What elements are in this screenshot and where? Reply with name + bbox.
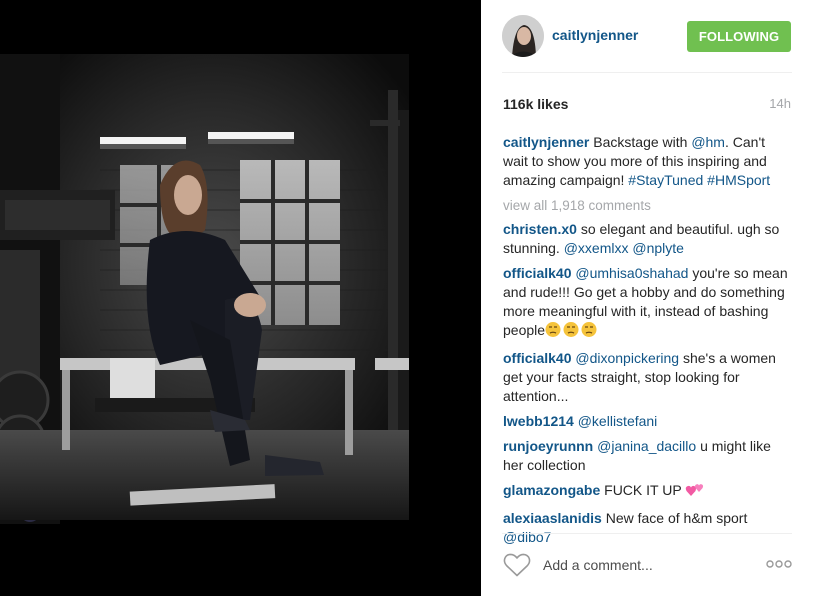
comment-item: runjoeyrunnn @janina_dacillo u might lik… [503, 437, 793, 475]
like-count[interactable]: 116k likes [503, 96, 568, 112]
comment-text: FUCK IT UP [600, 482, 686, 498]
comment-mention[interactable]: @dibo7 [503, 529, 551, 545]
comment-username[interactable]: alexiaaslanidis [503, 510, 602, 526]
more-options-icon[interactable] [765, 556, 793, 572]
comment-mention[interactable]: @xxemlxx [564, 240, 629, 256]
hashtag-staytuned[interactable]: #StayTuned [628, 172, 703, 188]
add-comment-input[interactable] [543, 555, 743, 575]
avatar[interactable] [502, 15, 544, 57]
caption-username[interactable]: caitlynjenner [503, 134, 589, 150]
caption-mention[interactable]: @hm [691, 134, 725, 150]
post-timestamp[interactable]: 14h [769, 96, 791, 111]
comment-item: lwebb1214 @kellistefani [503, 412, 793, 431]
header-divider [502, 72, 792, 73]
post-photo[interactable] [0, 0, 481, 596]
comment-username[interactable]: runjoeyrunnn [503, 438, 593, 454]
comment-mention[interactable]: @dixonpickering [575, 350, 679, 366]
comment-item: alexiaaslanidis New face of h&m sport @d… [503, 509, 793, 547]
two-hearts-emoji [685, 481, 705, 503]
post-details-panel: caitlynjenner FOLLOWING 116k likes 14h c… [481, 0, 814, 596]
unamused-face-emoji [545, 321, 599, 343]
comment-text: New face of h&m sport [601, 510, 748, 526]
hashtag-hmsport[interactable]: #HMSport [707, 172, 770, 188]
comments-list: caitlynjenner Backstage with @hm. Can't … [503, 133, 793, 545]
view-all-comments-link[interactable]: view all 1,918 comments [503, 196, 793, 215]
comment-item: christen.x0 so elegant and beautiful. ug… [503, 220, 793, 258]
comment-item: glamazongabe FUCK IT UP [503, 481, 793, 503]
following-button[interactable]: FOLLOWING [687, 21, 791, 52]
post-author-username[interactable]: caitlynjenner [552, 27, 638, 43]
comment-mention[interactable]: @kellistefani [578, 413, 658, 429]
caption: caitlynjenner Backstage with @hm. Can't … [503, 133, 793, 190]
comment-mention[interactable]: @janina_dacillo [597, 438, 696, 454]
comment-username[interactable]: glamazongabe [503, 482, 600, 498]
comment-username[interactable]: officialk40 [503, 350, 571, 366]
comment-username[interactable]: lwebb1214 [503, 413, 574, 429]
comment-mention[interactable]: @umhisa0shahad [575, 265, 688, 281]
comment-username[interactable]: christen.x0 [503, 221, 577, 237]
heart-icon[interactable] [503, 552, 531, 578]
footer-divider [502, 533, 792, 534]
caption-text-1: Backstage with [589, 134, 692, 150]
comment-item: officialk40 @dixonpickering she's a wome… [503, 349, 793, 406]
comment-item: officialk40 @umhisa0shahad you're so mea… [503, 264, 793, 343]
post-image [0, 0, 481, 596]
comment-mention[interactable]: @nplyte [632, 240, 684, 256]
avatar-image [502, 15, 544, 57]
comment-username[interactable]: officialk40 [503, 265, 571, 281]
